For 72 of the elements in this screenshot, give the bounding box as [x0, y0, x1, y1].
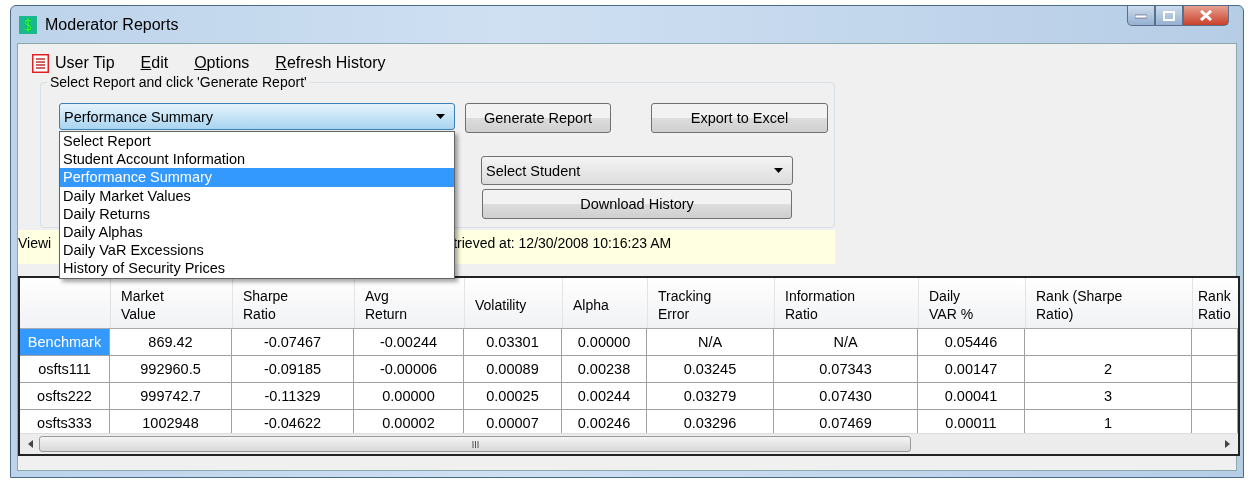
column-header[interactable]: Rank Ratio: [1193, 278, 1238, 328]
notepad-icon: [32, 53, 49, 73]
student-dropdown[interactable]: Select Student: [481, 156, 793, 185]
action-button[interactable]: Export to Excel: [651, 103, 828, 133]
menu-item[interactable]: Refresh History: [275, 50, 386, 76]
grip-icon: [471, 440, 479, 448]
dropdown-option[interactable]: Student Account Information: [60, 150, 454, 169]
dropdown-option[interactable]: History of Security Prices: [60, 259, 454, 278]
scroll-thumb[interactable]: [39, 436, 911, 452]
table-cell: 0.03279: [647, 383, 774, 409]
table-cell: N/A: [774, 329, 918, 355]
close-button[interactable]: [1183, 6, 1229, 26]
dropdown-option[interactable]: Daily Returns: [60, 204, 454, 223]
table-cell: 3: [1025, 383, 1192, 409]
column-header[interactable]: Avg Return: [355, 278, 465, 328]
table-cell: 0.00000: [354, 383, 464, 409]
table-cell: 0.07343: [774, 356, 918, 382]
table-cell: 0.00025: [464, 383, 562, 409]
right-arrow-icon[interactable]: [1225, 440, 1230, 448]
caret-icon: [774, 168, 783, 173]
minimize-icon: [1135, 12, 1147, 19]
table-cell: -0.11329: [232, 383, 354, 409]
menu-item[interactable]: Edit: [140, 50, 169, 76]
column-header[interactable]: Tracking Error: [648, 278, 775, 328]
table-cell: 0.03245: [647, 356, 774, 382]
table-cell: 0.00089: [464, 356, 562, 382]
window-title: Moderator Reports: [45, 15, 179, 34]
column-header[interactable]: Market Value: [111, 278, 233, 328]
report-dropdown[interactable]: Performance Summary: [59, 103, 455, 130]
left-arrow-icon[interactable]: [28, 440, 33, 448]
table-cell: 2: [1025, 356, 1192, 382]
dropdown-option[interactable]: Daily VaR Excessions: [60, 241, 454, 260]
table-cell: 999742.7: [110, 383, 232, 409]
maximize-button[interactable]: [1155, 6, 1183, 26]
table-cell: 0.07430: [774, 383, 918, 409]
table-cell: 0.00000: [562, 329, 647, 355]
status-text: Viewi: [18, 235, 52, 253]
table-cell: -0.09185: [232, 356, 354, 382]
download-button[interactable]: Download History: [482, 189, 792, 219]
table-cell: 0.05446: [918, 329, 1025, 355]
dollar-icon: [19, 15, 37, 34]
caret-icon: [436, 114, 445, 119]
column-header[interactable]: Rank (Sharpe Ratio): [1026, 278, 1193, 328]
dropdown-option[interactable]: Daily Alphas: [60, 222, 454, 242]
table-cell: -0.07467: [232, 329, 354, 355]
column-header[interactable]: Volatility: [465, 278, 563, 328]
table-cell: 869.42: [110, 329, 232, 355]
maximize-icon: [1163, 10, 1175, 21]
row-header[interactable]: osfts111: [20, 356, 110, 382]
dropdown-option[interactable]: Select Report: [60, 132, 454, 151]
table-cell: 0.00147: [918, 356, 1025, 382]
close-icon: [1199, 10, 1213, 21]
horizontal-scrollbar[interactable]: [20, 433, 1238, 454]
dropdown-option[interactable]: Daily Market Values: [60, 186, 454, 205]
table-cell: 0.03301: [464, 329, 562, 355]
column-header[interactable]: Daily VAR %: [919, 278, 1026, 328]
column-header[interactable]: Information Ratio: [775, 278, 919, 328]
table-cell: 0.00041: [918, 383, 1025, 409]
column-header[interactable]: Sharpe Ratio: [233, 278, 355, 328]
table-cell: -0.00244: [354, 329, 464, 355]
minimize-button[interactable]: [1127, 6, 1155, 26]
action-button[interactable]: Generate Report: [465, 103, 611, 133]
table-cell: -0.00006: [354, 356, 464, 382]
column-header[interactable]: Alpha: [563, 278, 648, 328]
table-cell: 992960.5: [110, 356, 232, 382]
row-header[interactable]: osfts222: [20, 383, 110, 409]
table-cell: 0.00244: [562, 383, 647, 409]
menu-item[interactable]: User Tip: [32, 50, 115, 76]
table-cell: N/A: [647, 329, 774, 355]
menu-item[interactable]: Options: [194, 50, 250, 76]
table-cell: 0.00238: [562, 356, 647, 382]
group-legend: Select Report and click 'Generate Report': [47, 74, 310, 90]
